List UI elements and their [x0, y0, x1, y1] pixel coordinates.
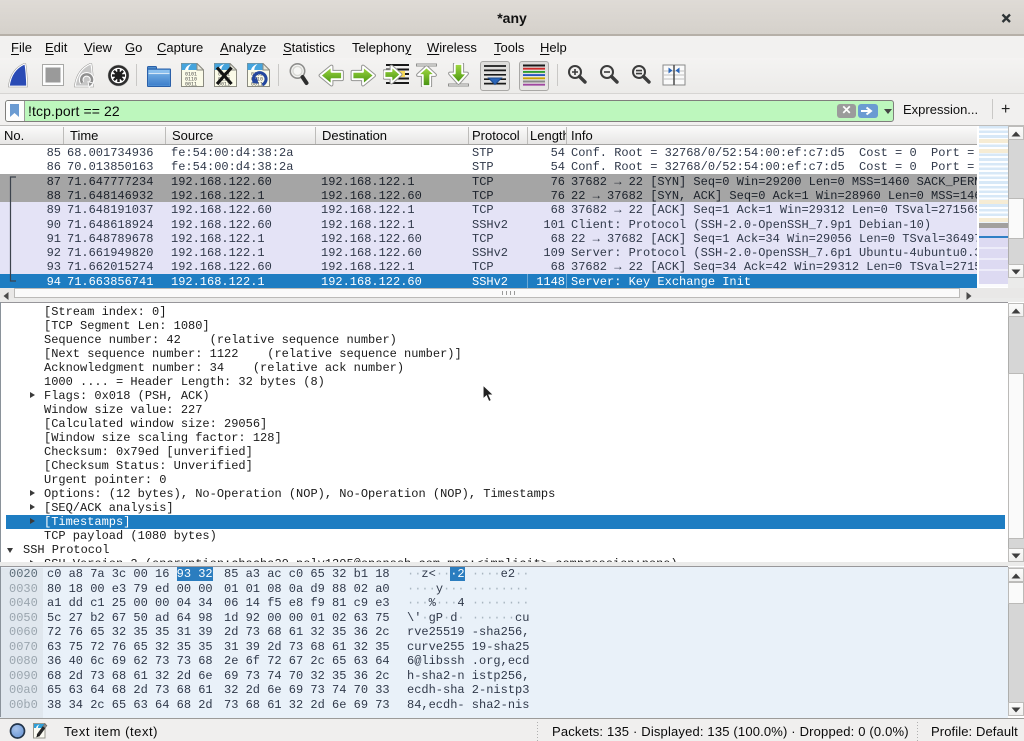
- svg-text:0011: 0011: [185, 82, 197, 88]
